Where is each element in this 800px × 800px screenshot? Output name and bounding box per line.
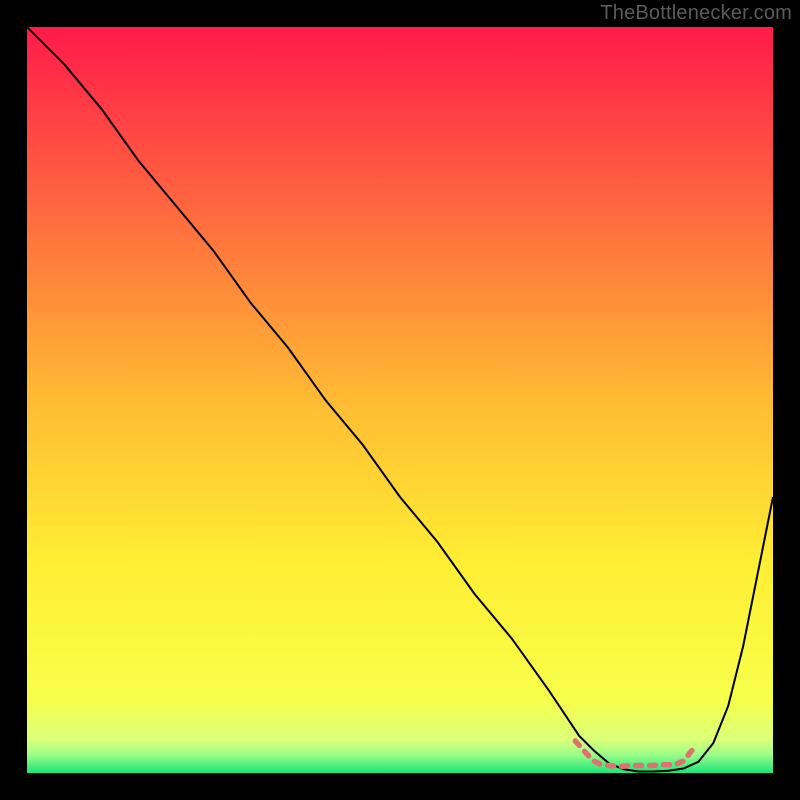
- plot-area: [27, 27, 773, 773]
- watermark-label: TheBottlenecker.com: [600, 2, 792, 25]
- chart-svg: [27, 27, 773, 773]
- gradient-background: [27, 27, 773, 773]
- chart-container: TheBottlenecker.com: [0, 0, 800, 800]
